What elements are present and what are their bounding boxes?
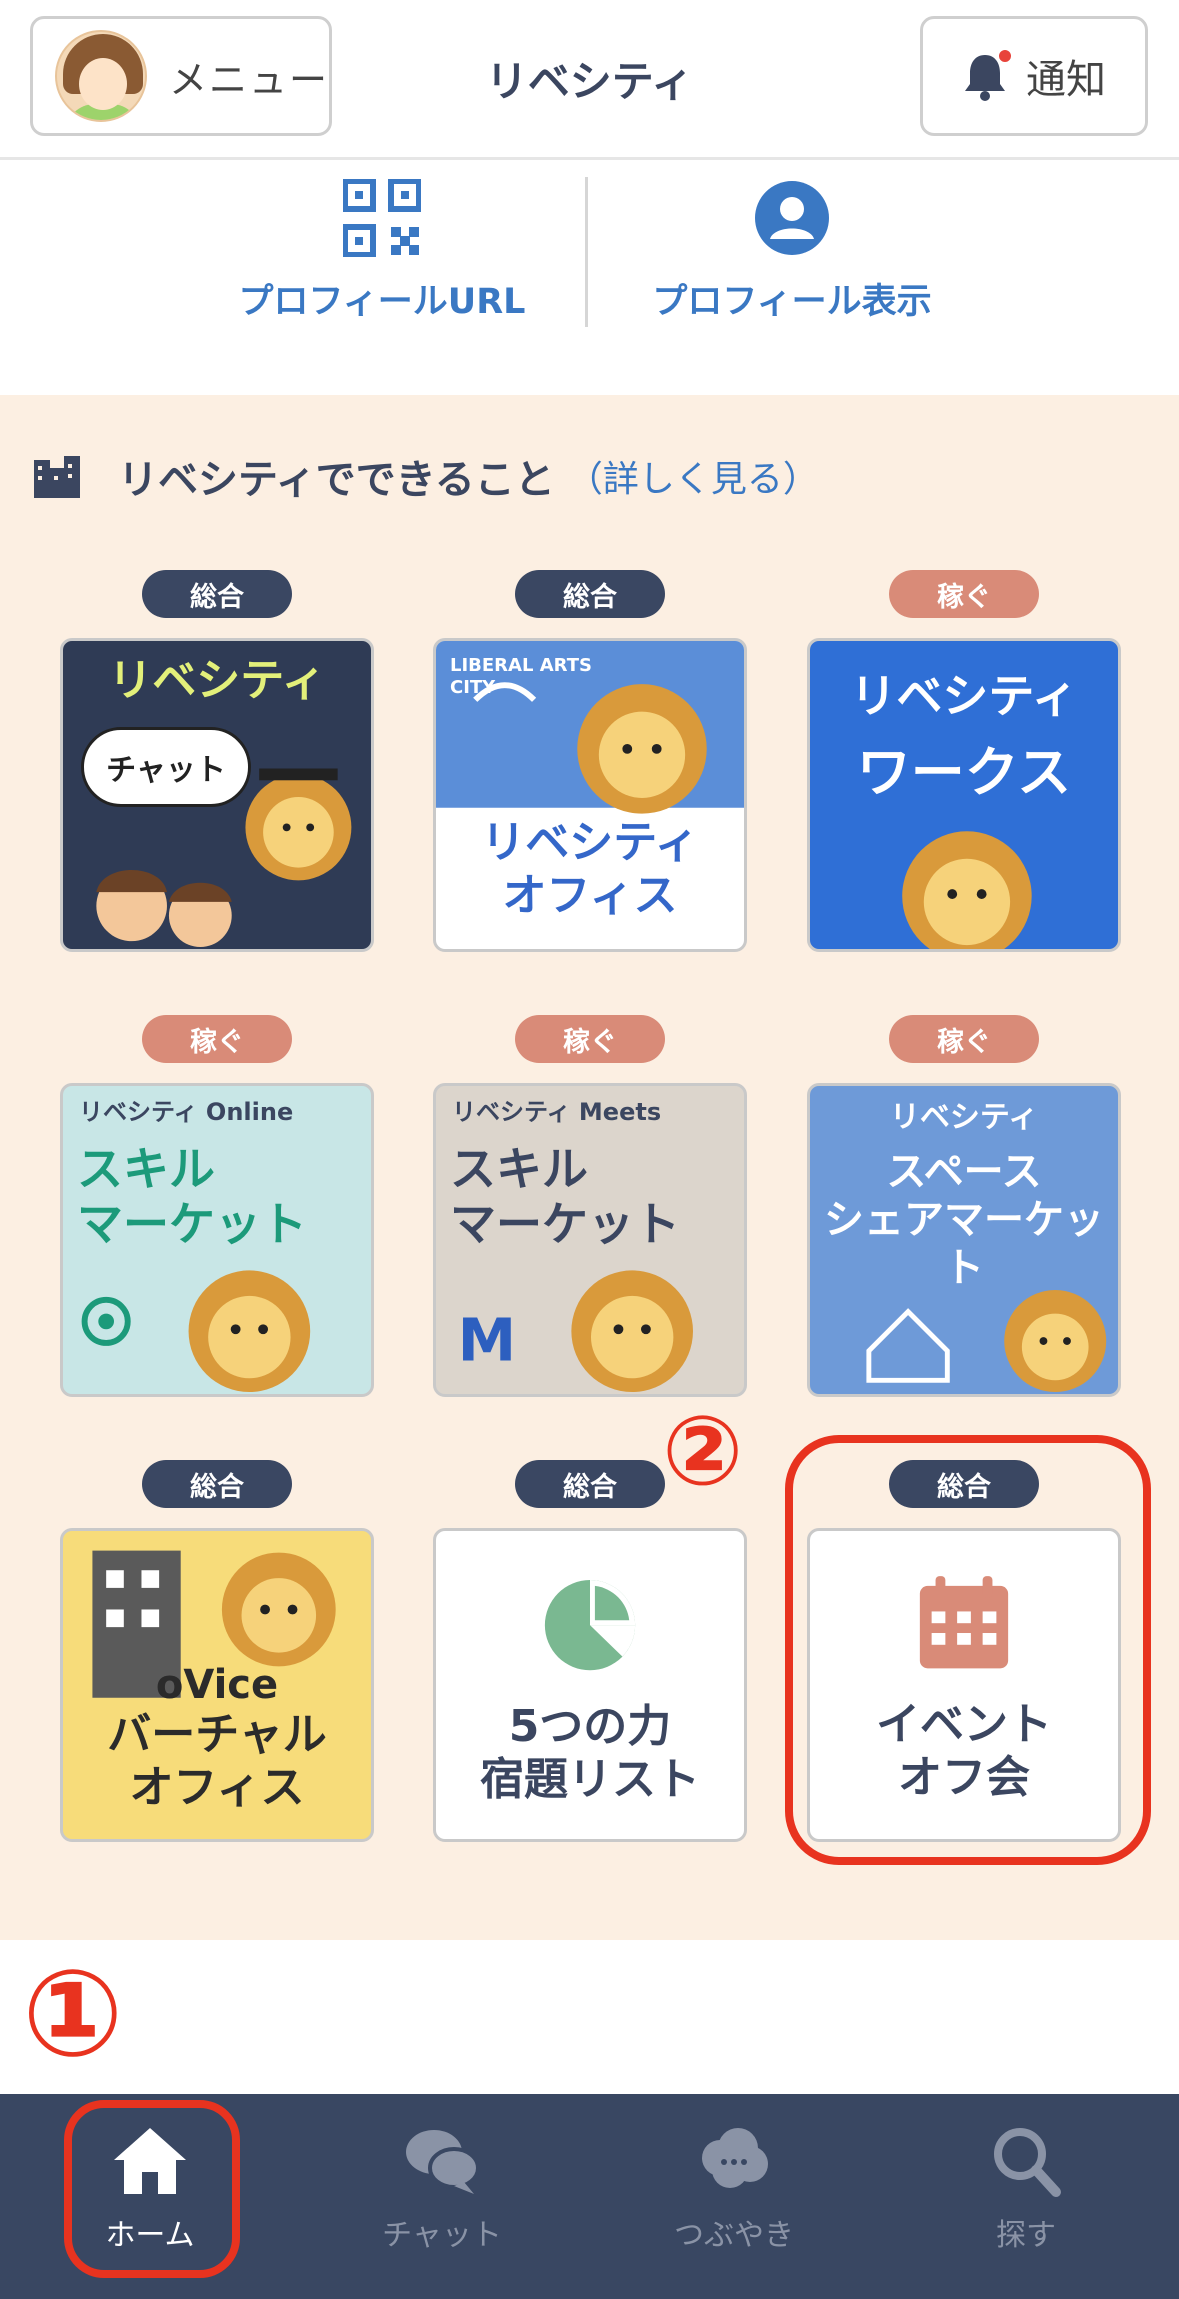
- notification-label: 通知: [1026, 57, 1106, 103]
- see-more-link[interactable]: （詳しく見る）: [567, 450, 819, 502]
- menu-button[interactable]: メニュー: [30, 16, 332, 136]
- profile-url-label: プロフィールURL: [238, 282, 526, 322]
- user-circle-icon: [753, 179, 831, 257]
- homework-card[interactable]: 5つの力 宿題リスト: [433, 1528, 747, 1842]
- category-tag: 総合: [142, 570, 292, 618]
- category-tag: 稼ぐ: [889, 570, 1039, 618]
- nav-search[interactable]: 探す: [906, 2124, 1146, 2254]
- bell-icon: [962, 47, 1014, 101]
- divider: [585, 177, 588, 327]
- profile-shortcuts: プロフィールURL プロフィール表示: [0, 163, 1179, 395]
- notification-dot: [996, 47, 1014, 65]
- notification-button[interactable]: 通知: [920, 16, 1148, 136]
- card-title: バーチャル オフィス: [107, 1709, 327, 1813]
- profile-url-button[interactable]: プロフィールURL: [182, 173, 582, 324]
- category-tag: 稼ぐ: [889, 1015, 1039, 1063]
- lion-mascot-icon: [902, 831, 1032, 949]
- nav-chat[interactable]: チャット: [322, 2124, 562, 2254]
- menu-label: メニュー: [169, 57, 330, 102]
- annotation-marker-1: ①: [22, 1945, 124, 2084]
- category-tag: 総合: [142, 1460, 292, 1508]
- office-card[interactable]: LIBERAL ARTS CITY リベシティ オフィス: [433, 638, 747, 952]
- works-card[interactable]: リベシティ ワークス: [807, 638, 1121, 952]
- skill-online-card[interactable]: リベシティ Online スキル マーケット: [60, 1083, 374, 1397]
- avatar: [55, 30, 147, 122]
- category-tag: 総合: [515, 1460, 665, 1508]
- nav-tweets[interactable]: つぶやき: [614, 2124, 854, 2254]
- chat-card[interactable]: リベシティ チャット: [60, 638, 374, 952]
- search-icon: [986, 2124, 1066, 2198]
- building-icon: [34, 456, 80, 498]
- profile-view-label: プロフィール表示: [652, 282, 932, 322]
- lion-mascot-icon: [96, 768, 352, 948]
- qr-code-icon: [342, 178, 422, 258]
- category-tag: 稼ぐ: [515, 1015, 665, 1063]
- ovice-card[interactable]: oVice バーチャル オフィス: [60, 1528, 374, 1842]
- nav-label: 探す: [996, 2218, 1056, 2253]
- lion-mascot-icon: M: [458, 1270, 693, 1393]
- skill-meets-card[interactable]: リベシティ Meets スキル マーケット M: [433, 1083, 747, 1397]
- nav-label: つぶやき: [674, 2218, 794, 2253]
- card-title: リベシティ オフィス: [481, 817, 699, 921]
- chat-bubbles-icon: [402, 2124, 482, 2198]
- section-title: リベシティでできること: [118, 457, 555, 503]
- svg-text:M: M: [458, 1306, 517, 1375]
- lion-mascot-icon: [81, 1270, 311, 1393]
- category-tag: 稼ぐ: [142, 1015, 292, 1063]
- card-banner: LIBERAL ARTS CITY: [450, 655, 592, 698]
- services-section: リベシティでできること （詳しく見る） 総合 リベシティ チャット 総合 LIB…: [0, 395, 1179, 1940]
- app-header: メニュー リベシティ 通知: [0, 0, 1179, 160]
- category-tag: 総合: [515, 570, 665, 618]
- annotation-highlight-home: [64, 2100, 240, 2278]
- annotation-highlight-event: [785, 1435, 1151, 1865]
- annotation-marker-2: ②: [662, 1395, 744, 1507]
- profile-view-button[interactable]: プロフィール表示: [592, 173, 992, 324]
- card-banner: oVice: [155, 1662, 279, 1708]
- nav-label: チャット: [382, 2218, 502, 2253]
- lion-mascot-icon: [866, 1290, 1107, 1393]
- card-title: 5つの力 宿題リスト: [480, 1701, 700, 1805]
- cloud-bubble-icon: [694, 2124, 774, 2198]
- space-card[interactable]: リベシティ スペース シェアマーケット: [807, 1083, 1121, 1397]
- section-header: リベシティでできること （詳しく見る）: [30, 447, 819, 505]
